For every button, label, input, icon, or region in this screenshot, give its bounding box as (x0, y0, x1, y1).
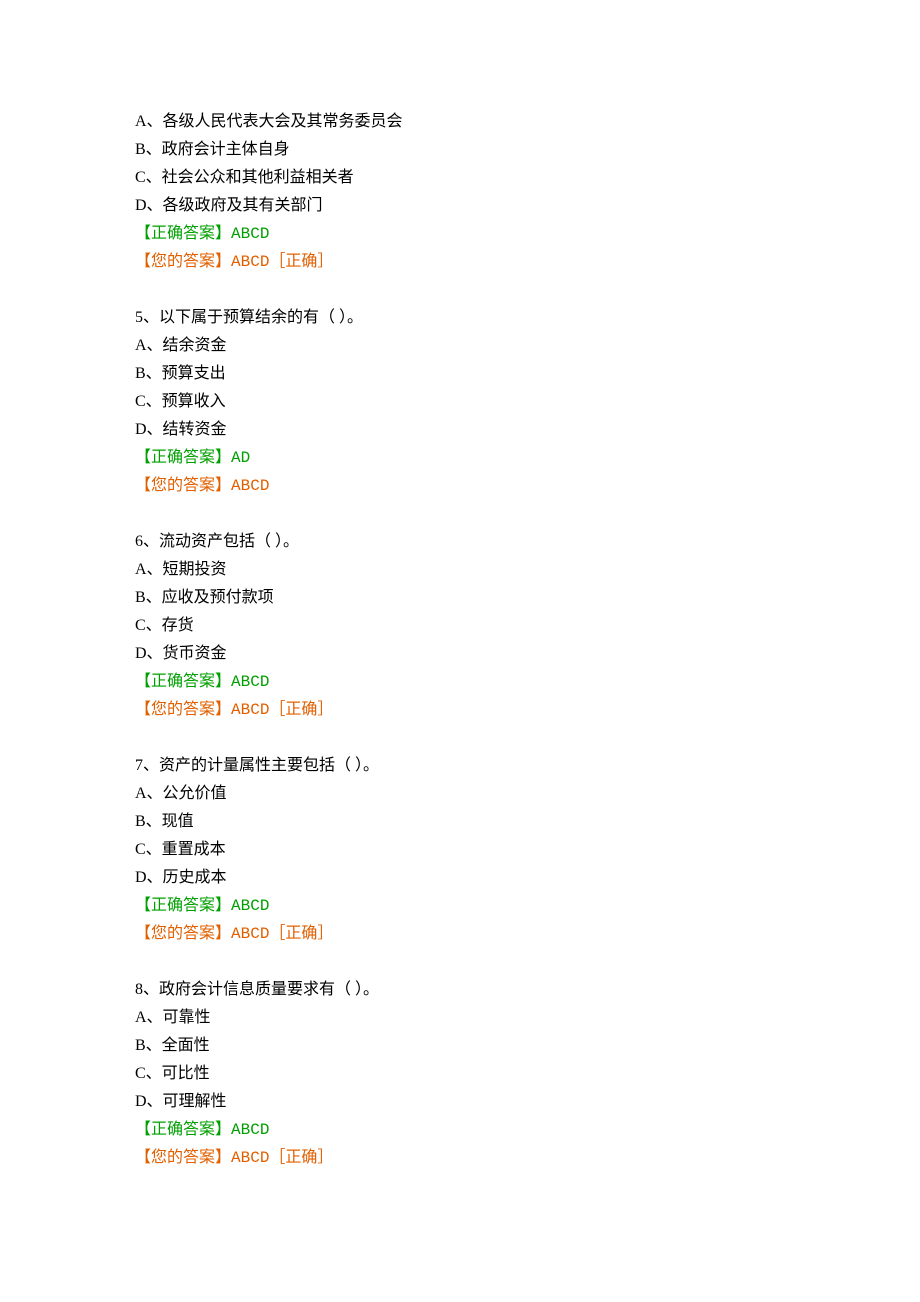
option-line: C、重置成本 (135, 836, 785, 864)
correct-answer-label: 【正确答案】 (135, 897, 231, 914)
option-line: C、预算收入 (135, 388, 785, 416)
option-line: B、现值 (135, 808, 785, 836)
option-line: C、存货 (135, 612, 785, 640)
correct-answer-line: 【正确答案】AD (135, 444, 785, 472)
correct-answer-label: 【正确答案】 (135, 673, 231, 690)
correct-answer-line: 【正确答案】ABCD (135, 220, 785, 248)
your-answer-value: ABCD (231, 1149, 269, 1167)
your-answer-label: 【您的答案】 (135, 701, 231, 718)
option-line: A、各级人民代表大会及其常务委员会 (135, 108, 785, 136)
your-answer-line: 【您的答案】ABCD［正确］ (135, 920, 785, 948)
correct-answer-value: AD (231, 449, 250, 467)
your-answer-line: 【您的答案】ABCD［正确］ (135, 1144, 785, 1172)
question-stem: 7、资产的计量属性主要包括（ ）。 (135, 752, 785, 780)
correct-answer-label: 【正确答案】 (135, 1121, 231, 1138)
correct-answer-line: 【正确答案】ABCD (135, 668, 785, 696)
question-stem: 6、流动资产包括（ ）。 (135, 528, 785, 556)
correct-suffix: ［正确］ (269, 1149, 333, 1167)
correct-answer-line: 【正确答案】ABCD (135, 1116, 785, 1144)
your-answer-value: ABCD (231, 925, 269, 943)
correct-suffix: ［正确］ (269, 925, 333, 943)
question-stem: 5、以下属于预算结余的有（ ）。 (135, 304, 785, 332)
option-line: D、结转资金 (135, 416, 785, 444)
option-line: D、历史成本 (135, 864, 785, 892)
option-line: A、可靠性 (135, 1004, 785, 1032)
question-block: A、各级人民代表大会及其常务委员会B、政府会计主体自身C、社会公众和其他利益相关… (135, 108, 785, 276)
option-line: A、公允价值 (135, 780, 785, 808)
question-block: 8、政府会计信息质量要求有（ ）。A、可靠性B、全面性C、可比性D、可理解性【正… (135, 976, 785, 1172)
your-answer-value: ABCD (231, 701, 269, 719)
question-block: 5、以下属于预算结余的有（ ）。A、结余资金B、预算支出C、预算收入D、结转资金… (135, 304, 785, 500)
question-block: 7、资产的计量属性主要包括（ ）。A、公允价值B、现值C、重置成本D、历史成本【… (135, 752, 785, 948)
correct-suffix: ［正确］ (269, 253, 333, 271)
option-line: D、可理解性 (135, 1088, 785, 1116)
question-stem: 8、政府会计信息质量要求有（ ）。 (135, 976, 785, 1004)
option-line: A、短期投资 (135, 556, 785, 584)
correct-answer-value: ABCD (231, 673, 269, 691)
option-line: B、全面性 (135, 1032, 785, 1060)
option-line: D、各级政府及其有关部门 (135, 192, 785, 220)
correct-suffix: ［正确］ (269, 701, 333, 719)
your-answer-label: 【您的答案】 (135, 253, 231, 270)
option-line: B、应收及预付款项 (135, 584, 785, 612)
option-line: A、结余资金 (135, 332, 785, 360)
your-answer-value: ABCD (231, 253, 269, 271)
question-block: 6、流动资产包括（ ）。A、短期投资B、应收及预付款项C、存货D、货币资金【正确… (135, 528, 785, 724)
option-line: D、货币资金 (135, 640, 785, 668)
your-answer-line: 【您的答案】ABCD (135, 472, 785, 500)
your-answer-label: 【您的答案】 (135, 477, 231, 494)
your-answer-line: 【您的答案】ABCD［正确］ (135, 696, 785, 724)
your-answer-label: 【您的答案】 (135, 1149, 231, 1166)
correct-answer-value: ABCD (231, 897, 269, 915)
page: A、各级人民代表大会及其常务委员会B、政府会计主体自身C、社会公众和其他利益相关… (0, 0, 920, 1302)
option-line: C、社会公众和其他利益相关者 (135, 164, 785, 192)
correct-answer-value: ABCD (231, 1121, 269, 1139)
option-line: B、预算支出 (135, 360, 785, 388)
your-answer-label: 【您的答案】 (135, 925, 231, 942)
option-line: B、政府会计主体自身 (135, 136, 785, 164)
correct-answer-value: ABCD (231, 225, 269, 243)
your-answer-value: ABCD (231, 477, 269, 495)
correct-answer-line: 【正确答案】ABCD (135, 892, 785, 920)
option-line: C、可比性 (135, 1060, 785, 1088)
your-answer-line: 【您的答案】ABCD［正确］ (135, 248, 785, 276)
correct-answer-label: 【正确答案】 (135, 225, 231, 242)
correct-answer-label: 【正确答案】 (135, 449, 231, 466)
